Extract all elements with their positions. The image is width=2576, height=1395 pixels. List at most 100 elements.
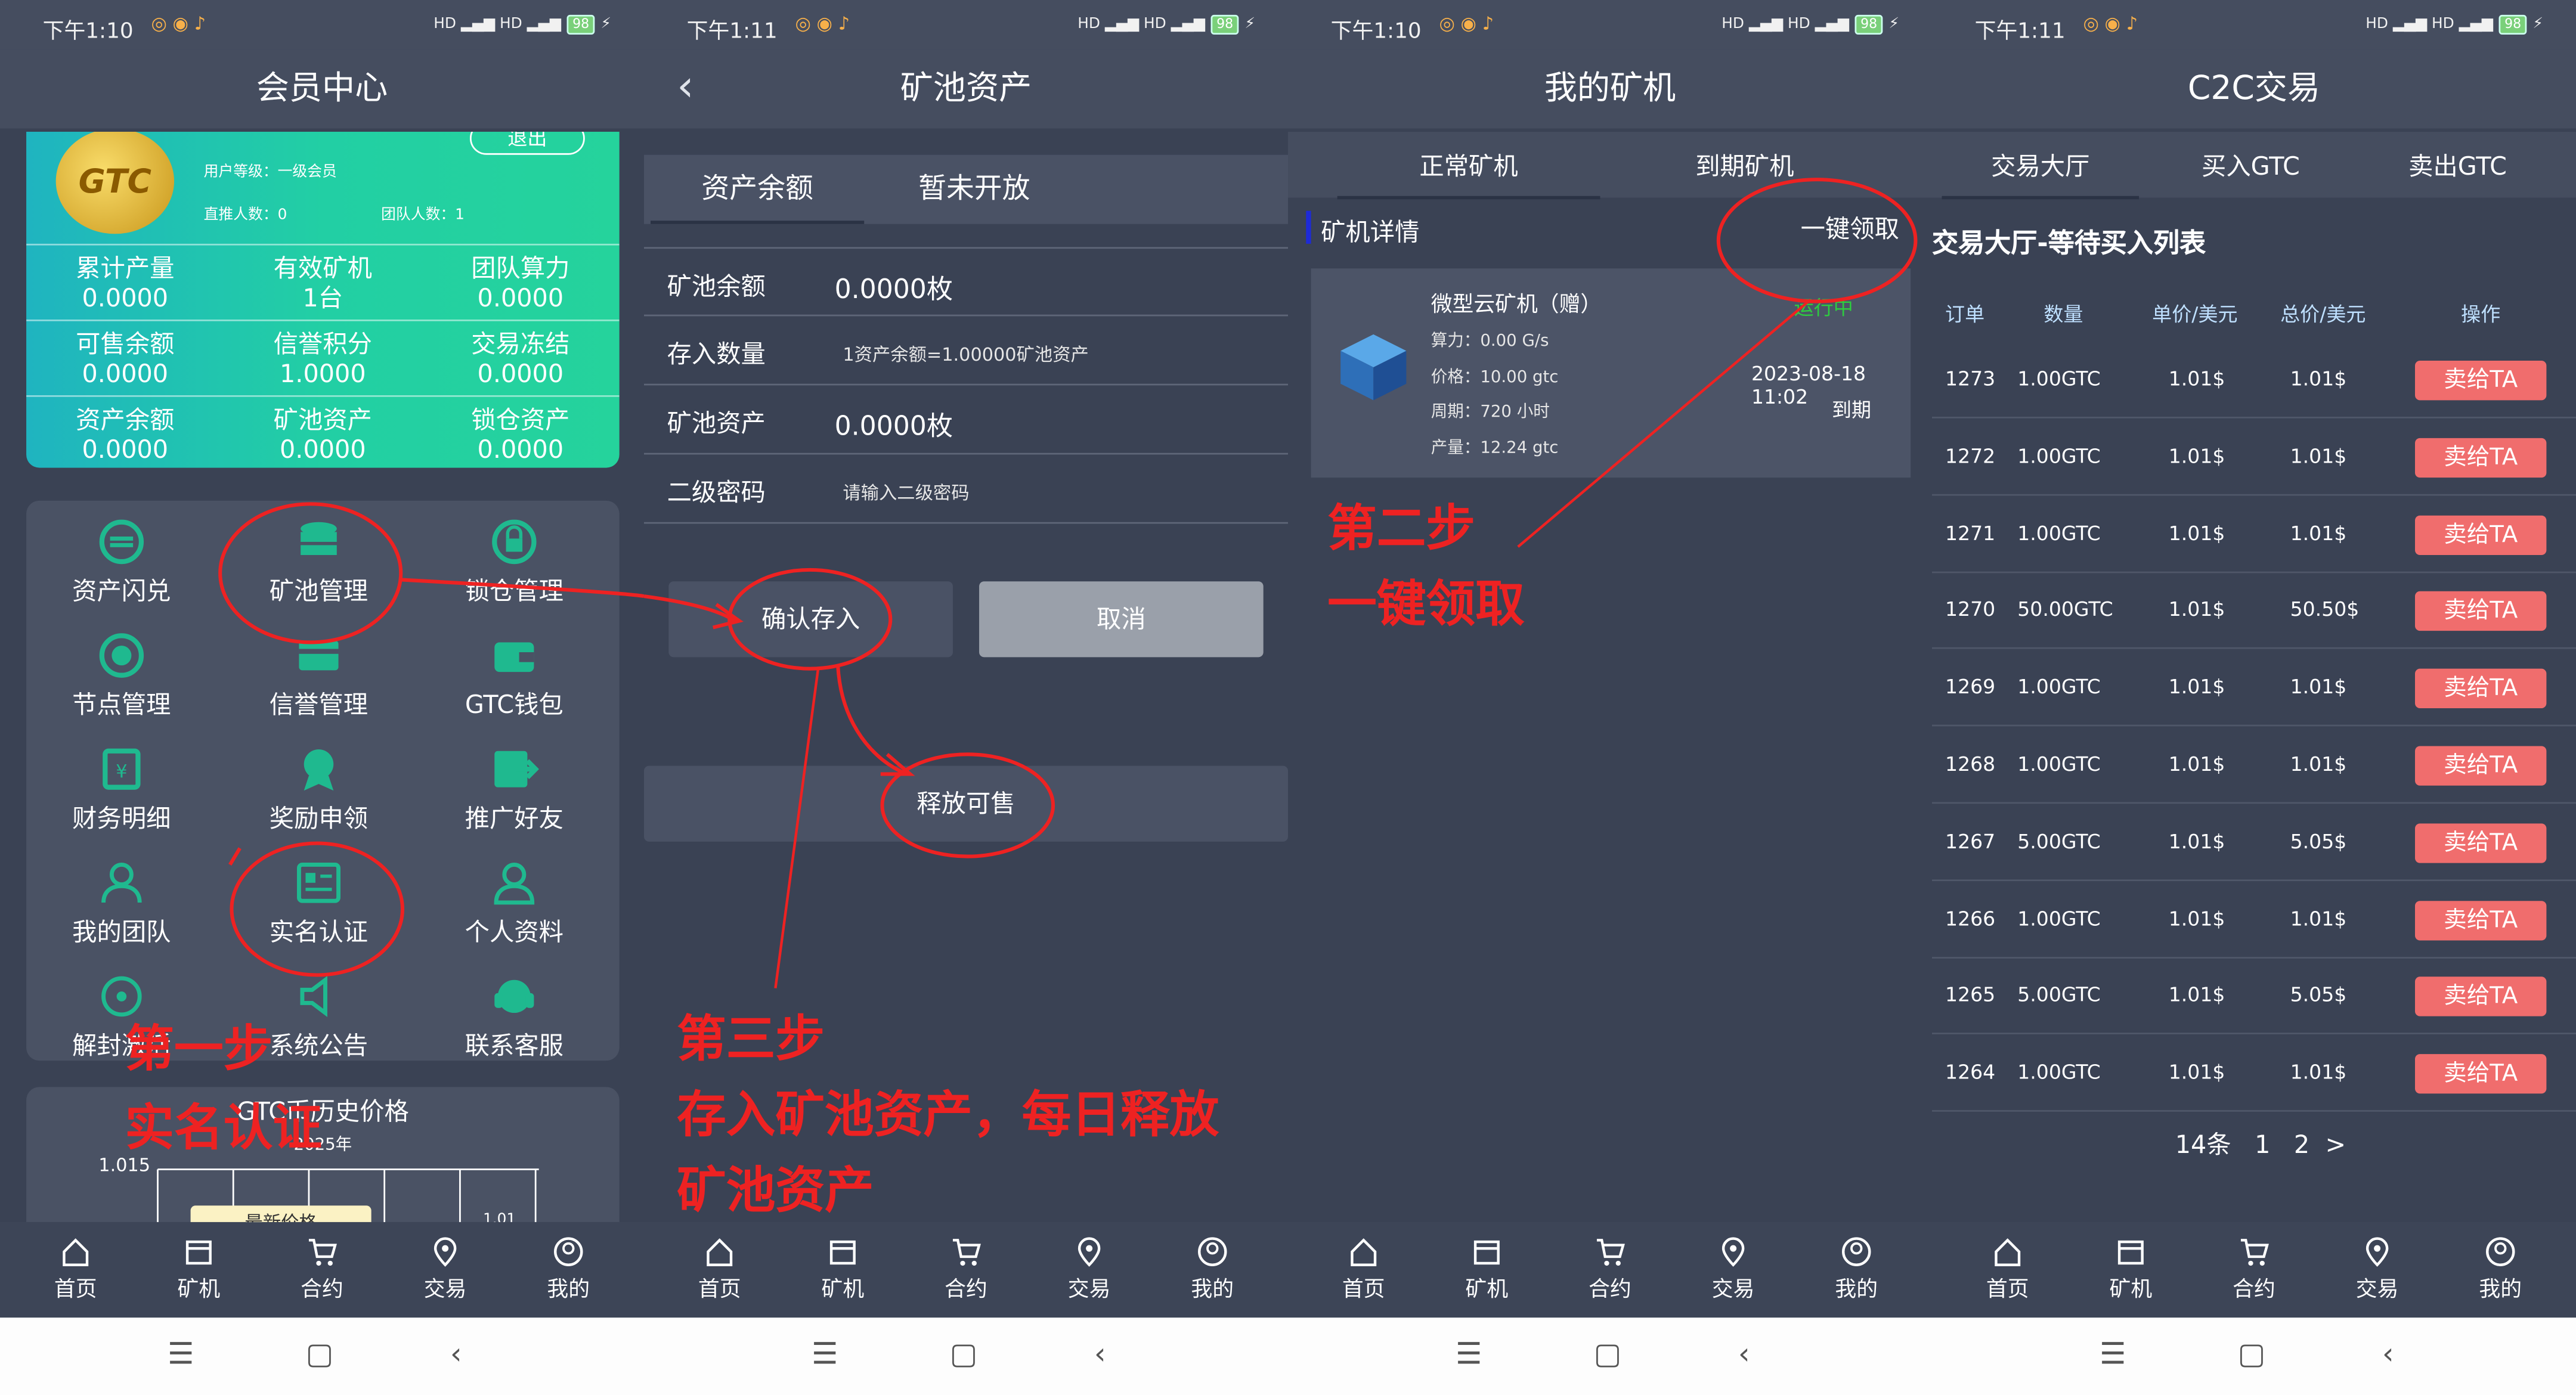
sell-to-buyer-button[interactable]: 卖给TA bbox=[2414, 669, 2547, 709]
col-action: 操作 bbox=[2461, 303, 2501, 327]
unit-price: 1.01$ bbox=[2168, 675, 2225, 699]
tab-contract[interactable]: 合约 bbox=[259, 1235, 384, 1303]
page-2-link[interactable]: 2 bbox=[2294, 1130, 2309, 1160]
field-label: 二级密码 bbox=[667, 478, 766, 507]
user-icon bbox=[554, 1237, 583, 1266]
unit-price: 1.01$ bbox=[2168, 444, 2225, 468]
sell-to-buyer-button[interactable]: 卖给TA bbox=[2414, 1054, 2547, 1094]
menu-system-notice[interactable]: 系统公告 bbox=[228, 972, 409, 1062]
sell-to-buyer-button[interactable]: 卖给TA bbox=[2414, 746, 2547, 786]
page-title: 会员中心 bbox=[0, 49, 644, 129]
menu-icon[interactable]: ☰ bbox=[812, 1337, 838, 1372]
page-1-link[interactable]: 1 bbox=[2255, 1130, 2270, 1160]
tab-home[interactable]: 首页 bbox=[657, 1235, 782, 1303]
col-unit-price: 单价/美元 bbox=[2152, 303, 2238, 327]
cancel-button[interactable]: 取消 bbox=[979, 581, 1264, 658]
menu-icon[interactable]: ☰ bbox=[1456, 1337, 1482, 1372]
bottom-tab-bar: 首页 矿机 合约 交易 我的 bbox=[644, 1222, 1288, 1318]
sell-to-buyer-button[interactable]: 卖给TA bbox=[2414, 977, 2547, 1017]
tab-trade-hall[interactable]: 交易大厅 bbox=[1942, 148, 2140, 200]
tab-not-open[interactable]: 暂未开放 bbox=[868, 155, 1081, 224]
field-label: 矿池资产 bbox=[667, 408, 766, 438]
tab-expired-miners[interactable]: 到期矿机 bbox=[1614, 148, 1877, 183]
menu-label: 财务明细 bbox=[72, 804, 171, 833]
menu-financial-details[interactable]: ¥ 财务明细 bbox=[31, 745, 212, 835]
square-icon[interactable]: ▢ bbox=[2237, 1337, 2265, 1372]
tab-home[interactable]: 首页 bbox=[13, 1235, 138, 1303]
tab-contract[interactable]: 合约 bbox=[1547, 1235, 1672, 1303]
sell-to-buyer-button[interactable]: 卖给TA bbox=[2414, 823, 2547, 863]
menu-customer-service[interactable]: 联系客服 bbox=[424, 972, 605, 1062]
pagination: 14条 1 2 > bbox=[2175, 1127, 2346, 1161]
system-nav-bar: ☰ ▢ ‹ bbox=[1931, 1318, 2576, 1395]
release-sellable-button[interactable]: 释放可售 bbox=[644, 765, 1288, 842]
tab-contract[interactable]: 合约 bbox=[2191, 1235, 2316, 1303]
tab-contract[interactable]: 合约 bbox=[903, 1235, 1028, 1303]
menu-real-name-auth[interactable]: 实名认证 bbox=[228, 858, 409, 948]
tab-sell-gtc[interactable]: 卖出GTC bbox=[2359, 148, 2556, 183]
sell-to-buyer-button[interactable]: 卖给TA bbox=[2414, 900, 2547, 940]
back-icon[interactable]: ‹ bbox=[2382, 1337, 2394, 1372]
unit-price: 1.01$ bbox=[2168, 829, 2225, 853]
confirm-deposit-button[interactable]: 确认存入 bbox=[668, 581, 953, 658]
tab-miner[interactable]: 矿机 bbox=[1425, 1235, 1549, 1303]
square-icon[interactable]: ▢ bbox=[949, 1337, 977, 1372]
menu-label: 实名认证 bbox=[269, 917, 369, 947]
tab-trade[interactable]: 交易 bbox=[383, 1235, 507, 1303]
card-icon bbox=[299, 640, 339, 671]
tab-mine[interactable]: 我的 bbox=[1794, 1235, 1919, 1303]
menu-gtc-wallet[interactable]: GTC钱包 bbox=[424, 631, 605, 721]
menu-invite-friends[interactable]: 推广好友 bbox=[424, 745, 605, 835]
stat-valid-miners: 有效矿机 1台 bbox=[224, 246, 422, 320]
sell-to-buyer-button[interactable]: 卖给TA bbox=[2414, 514, 2547, 554]
menu-profile[interactable]: 个人资料 bbox=[424, 858, 605, 948]
secondary-password-input[interactable]: 请输入二级密码 bbox=[843, 479, 969, 506]
sell-to-buyer-button[interactable]: 卖给TA bbox=[2414, 438, 2547, 478]
tab-miner[interactable]: 矿机 bbox=[2069, 1235, 2193, 1303]
square-icon[interactable]: ▢ bbox=[305, 1337, 333, 1372]
square-icon[interactable]: ▢ bbox=[1593, 1337, 1621, 1372]
tab-mine[interactable]: 我的 bbox=[1150, 1235, 1275, 1303]
stat-credit-score: 信誉积分 1.0000 bbox=[224, 321, 422, 395]
tab-home[interactable]: 首页 bbox=[1945, 1235, 2070, 1303]
menu-credit-management[interactable]: 信誉管理 bbox=[228, 631, 409, 721]
back-icon[interactable]: ‹ bbox=[1738, 1337, 1750, 1372]
total-price: 50.50$ bbox=[2290, 598, 2360, 622]
menu-unlock-activate[interactable]: 解封激活 bbox=[31, 972, 212, 1062]
tab-home[interactable]: 首页 bbox=[1301, 1235, 1426, 1303]
next-page-link[interactable]: > bbox=[2325, 1130, 2346, 1160]
back-arrow-icon[interactable]: ‹ bbox=[677, 49, 694, 125]
table-header: 订单 数量 单价/美元 总价/美元 操作 bbox=[1932, 280, 2576, 339]
total-price: 5.05$ bbox=[2290, 984, 2347, 1008]
tab-trade[interactable]: 交易 bbox=[1671, 1235, 1795, 1303]
sell-to-buyer-button[interactable]: 卖给TA bbox=[2414, 591, 2547, 632]
menu-asset-exchange[interactable]: 资产闪兑 bbox=[31, 517, 212, 607]
order-id: 1269 bbox=[1945, 675, 1996, 699]
back-icon[interactable]: ‹ bbox=[1094, 1337, 1106, 1372]
tab-mine[interactable]: 我的 bbox=[506, 1235, 631, 1303]
menu-my-team[interactable]: 我的团队 bbox=[31, 858, 212, 948]
menu-label: 联系客服 bbox=[465, 1031, 564, 1061]
cart-icon bbox=[1596, 1239, 1625, 1266]
tab-normal-miners[interactable]: 正常矿机 bbox=[1337, 148, 1600, 200]
tab-buy-gtc[interactable]: 买入GTC bbox=[2152, 148, 2349, 183]
back-icon[interactable]: ‹ bbox=[450, 1337, 462, 1372]
tab-trade[interactable]: 交易 bbox=[2315, 1235, 2439, 1303]
claim-all-button[interactable]: 一键领取 bbox=[1801, 211, 1899, 246]
menu-lock-management[interactable]: 锁仓管理 bbox=[424, 517, 605, 607]
tab-mine[interactable]: 我的 bbox=[2438, 1235, 2563, 1303]
tab-miner[interactable]: 矿机 bbox=[781, 1235, 905, 1303]
menu-icon[interactable]: ☰ bbox=[168, 1337, 194, 1372]
tab-miner[interactable]: 矿机 bbox=[137, 1235, 261, 1303]
col-total-price: 总价/美元 bbox=[2280, 303, 2366, 327]
tab-asset-balance[interactable]: 资产余额 bbox=[651, 155, 865, 224]
deposit-amount-input[interactable]: 1资产余额=1.00000矿池资产 bbox=[843, 341, 1088, 367]
menu-reward-claim[interactable]: 奖励申领 bbox=[228, 745, 409, 835]
menu-pool-management[interactable]: 矿池管理 bbox=[228, 517, 409, 607]
logout-button[interactable]: 退出 bbox=[469, 132, 585, 155]
tab-trade[interactable]: 交易 bbox=[1027, 1235, 1151, 1303]
status-time: 下午1:11 bbox=[1974, 20, 2066, 45]
sell-to-buyer-button[interactable]: 卖给TA bbox=[2414, 361, 2547, 401]
menu-icon[interactable]: ☰ bbox=[2100, 1337, 2126, 1372]
menu-node-management[interactable]: 节点管理 bbox=[31, 631, 212, 721]
